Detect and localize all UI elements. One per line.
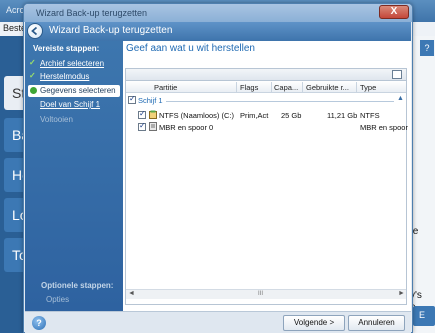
column-header-gebruikte-ruimte[interactable]: Gebruikte r... <box>306 83 349 92</box>
scroll-left-icon[interactable]: ◄ <box>128 290 135 297</box>
column-chooser-icon[interactable] <box>392 70 402 79</box>
dialog-title: Wizard Back-up terugzetten <box>36 8 148 18</box>
check-icon: ✓ <box>29 71 36 80</box>
cell-capacity: 25 Gb <box>281 111 302 120</box>
column-headers: Partitie Flags Capa... Gebruikte r... Ty… <box>126 81 406 93</box>
row-checkbox[interactable] <box>138 121 146 131</box>
table-row[interactable]: NTFS (Naamloos) (C:) Prim,Act 25 Gb 11,2… <box>126 109 406 121</box>
help-icon[interactable]: ? <box>32 316 46 330</box>
required-steps-heading: Vereiste stappen: <box>33 44 100 53</box>
current-step-icon <box>30 87 37 94</box>
step-gegevens-selecteren[interactable]: Gegevens selecteren <box>28 85 120 97</box>
close-button[interactable]: X <box>379 5 409 19</box>
close-icon: X <box>390 6 398 17</box>
cell-partition: MBR en spoor 0 <box>159 123 214 132</box>
disk-group-label: Schijf 1 <box>138 96 163 105</box>
column-divider[interactable] <box>236 82 237 92</box>
step-doel-van-schijf[interactable]: Doel van Schijf 1 <box>28 99 120 111</box>
chevron-up-icon[interactable]: ▲ <box>397 95 404 102</box>
optional-steps-heading: Optionele stappen: <box>41 281 114 290</box>
step-label: Doel van Schijf 1 <box>40 100 101 109</box>
grid-toolbar <box>125 68 407 81</box>
column-divider[interactable] <box>271 82 272 92</box>
cell-partition: NTFS (Naamloos) (C:) <box>159 111 235 120</box>
scroll-right-icon[interactable]: ► <box>398 290 405 297</box>
step-archief-selecteren[interactable]: ✓ Archief selecteren <box>28 58 120 70</box>
step-label: Herstelmodus <box>40 72 90 81</box>
wizard-header-title: Wizard Back-up terugzetten <box>49 25 173 36</box>
cell-type: NTFS <box>360 111 380 120</box>
step-label: Gegevens selecteren <box>40 86 116 95</box>
background-title: Acro <box>6 5 25 15</box>
background-bottom-button[interactable]: E <box>413 306 435 326</box>
back-arrow-icon <box>31 26 38 36</box>
column-divider[interactable] <box>302 82 303 92</box>
wizard-header: Wizard Back-up terugzetten <box>25 22 411 41</box>
cancel-button[interactable]: Annuleren <box>348 315 405 331</box>
row-checkbox[interactable] <box>138 109 146 119</box>
dialog-footer: ? Volgende > Annuleren <box>25 311 411 333</box>
mbr-icon <box>149 122 157 131</box>
check-icon: ✓ <box>29 58 36 67</box>
column-header-capaciteit[interactable]: Capa... <box>274 83 298 92</box>
cell-flags: Prim,Act <box>240 111 269 120</box>
content-panel: Geef aan wat u wit herstellen Partitie F… <box>123 41 411 311</box>
partition-grid: Partitie Flags Capa... Gebruikte r... Ty… <box>125 81 408 305</box>
step-label: Voltooien <box>40 115 73 124</box>
partition-icon <box>149 110 157 119</box>
horizontal-scrollbar[interactable]: ◄ III ► <box>126 289 406 299</box>
column-divider[interactable] <box>356 82 357 92</box>
background-help-button[interactable]: ? <box>420 40 434 56</box>
cell-type: MBR en spoor <box>360 123 408 132</box>
column-header-partitie[interactable]: Partitie <box>154 83 177 92</box>
disk-group-row[interactable]: Schijf 1 ▲ <box>126 94 406 106</box>
steps-panel: Vereiste stappen: ✓ Archief selecteren ✓… <box>25 41 123 311</box>
group-divider <box>166 101 394 102</box>
scroll-thumb[interactable]: III <box>256 291 265 298</box>
step-opties: Opties <box>46 295 70 304</box>
column-header-type[interactable]: Type <box>360 83 376 92</box>
dialog-titlebar[interactable]: Wizard Back-up terugzetten X <box>24 4 412 22</box>
content-title: Geef aan wat u wit herstellen <box>126 43 255 54</box>
column-header-flags[interactable]: Flags <box>240 83 258 92</box>
step-label: Archief selecteren <box>40 59 105 68</box>
table-row[interactable]: MBR en spoor 0 MBR en spoor <box>126 121 408 133</box>
cell-used: 11,21 Gb <box>327 111 358 120</box>
next-button[interactable]: Volgende > <box>283 315 345 331</box>
restore-wizard-dialog: Wizard Back-up terugzetten X Wizard Back… <box>23 3 413 333</box>
step-herstelmodus[interactable]: ✓ Herstelmodus <box>28 71 120 83</box>
back-button[interactable] <box>27 23 43 39</box>
step-voltooien: Voltooien <box>28 114 120 126</box>
disk-checkbox[interactable] <box>128 94 136 104</box>
